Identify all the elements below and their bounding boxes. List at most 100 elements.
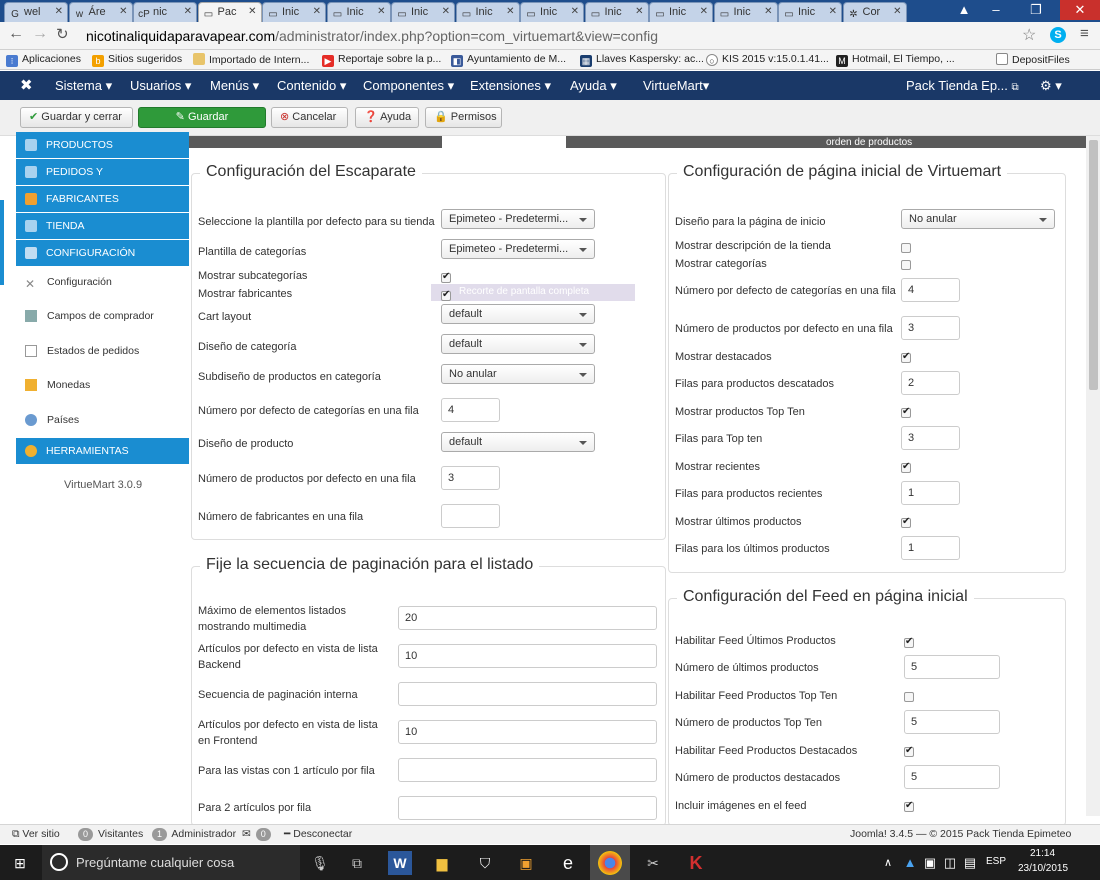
max-list-items-input[interactable]: 20 <box>398 606 657 630</box>
sidebar-head-tienda[interactable]: TIENDA <box>16 213 189 239</box>
feed-images-checkbox[interactable] <box>904 800 914 812</box>
messages-status[interactable]: ✉ 0 <box>242 828 273 841</box>
feed-latest-count-input[interactable]: 5 <box>904 655 1000 679</box>
sidebar-head-pedidos[interactable]: PEDIDOS Y <box>16 159 189 185</box>
minimize-button[interactable]: ‒ <box>980 0 1012 20</box>
cart-layout-select[interactable]: default <box>441 304 595 324</box>
sidebar-head-productos[interactable]: PRODUCTOS <box>16 132 189 158</box>
manufacturers-per-row-input[interactable] <box>441 504 500 528</box>
close-tab-icon[interactable]: ✕ <box>829 6 837 17</box>
show-recent-checkbox[interactable] <box>901 461 911 473</box>
task-view-icon[interactable]: ⧉ <box>345 851 369 875</box>
browser-tab[interactable]: ▭ Inic ✕ <box>649 2 713 22</box>
bookmark-reportaje[interactable]: ▶ Reportaje sobre la p... <box>322 53 441 67</box>
store-icon[interactable]: ⛉ <box>473 851 497 875</box>
feed-topten-count-input[interactable]: 5 <box>904 710 1000 734</box>
product-layout-select[interactable]: default <box>441 432 595 452</box>
forward-icon[interactable]: → <box>32 25 48 43</box>
scrollbar-thumb[interactable] <box>1089 140 1098 390</box>
browser-tab[interactable]: ▭ Inic ✕ <box>584 2 649 22</box>
close-tab-icon[interactable]: ✕ <box>635 6 643 17</box>
sidebar-item-paises[interactable]: Países <box>16 406 189 434</box>
homepage-layout-select[interactable]: No anular <box>901 209 1055 229</box>
two-per-row-input[interactable] <box>398 796 657 820</box>
skype-icon[interactable]: S <box>1050 27 1066 43</box>
menu-contenido[interactable]: Contenido ▾ <box>277 78 346 94</box>
backend-list-items-input[interactable]: 10 <box>398 644 657 668</box>
bookmark-apps[interactable]: ⁝ Aplicaciones <box>6 53 81 67</box>
active-tab[interactable] <box>442 136 566 148</box>
template-select[interactable]: Epimeteo - Predetermi... <box>441 209 595 229</box>
close-tab-icon[interactable]: ✕ <box>442 6 450 17</box>
pagination-sequence-input[interactable] <box>398 682 657 706</box>
close-tab-icon[interactable]: ✕ <box>119 6 127 17</box>
close-tab-icon[interactable]: ✕ <box>55 6 63 17</box>
sidebar-item-campos[interactable]: Campos de comprador <box>16 302 189 330</box>
menu-icon[interactable]: ≡ <box>1080 25 1089 42</box>
bookmark-imported[interactable]: Importado de Intern... <box>193 53 309 66</box>
menu-usuarios[interactable]: Usuarios ▾ <box>130 78 191 94</box>
browser-tab[interactable]: ▭ Inic ✕ <box>326 2 391 22</box>
home-products-per-row-input[interactable]: 3 <box>901 316 960 340</box>
media-player-icon[interactable]: ▣ <box>514 851 538 875</box>
bookmark-hotmail[interactable]: M Hotmail, El Tiempo, ... <box>836 53 955 67</box>
close-tab-icon[interactable]: ✕ <box>184 6 192 17</box>
show-manufacturers-checkbox[interactable] <box>441 289 451 301</box>
close-tab-icon[interactable]: ✕ <box>893 6 901 17</box>
menu-ayuda[interactable]: Ayuda ▾ <box>570 78 617 94</box>
product-sublayout-select[interactable]: No anular <box>441 364 595 384</box>
bookmark-kaspersky[interactable]: ▦ Llaves Kaspersky: ac... <box>580 53 704 67</box>
browser-tab[interactable]: Gwel ✕ <box>4 2 68 22</box>
url-field[interactable]: nicotinaliquidaparavapear.com/administra… <box>82 26 1072 47</box>
help-button[interactable]: ❓ Ayuda <box>355 107 419 128</box>
browser-tab[interactable]: ▭ Pac ✕ <box>197 2 262 22</box>
featured-rows-input[interactable]: 2 <box>901 371 960 395</box>
one-per-row-input[interactable] <box>398 758 657 782</box>
cortana-search[interactable]: Pregúntame cualquier cosa <box>42 845 300 880</box>
show-latest-checkbox[interactable] <box>901 516 911 528</box>
close-window-button[interactable]: ✕ <box>1060 0 1100 20</box>
kaspersky-icon[interactable]: K <box>684 851 708 875</box>
category-template-select[interactable]: Epimeteo - Predetermi... <box>441 239 595 259</box>
menu-extensiones[interactable]: Extensiones ▾ <box>470 78 551 94</box>
feed-latest-checkbox[interactable] <box>904 636 914 648</box>
sidebar-item-monedas[interactable]: Monedas <box>16 371 189 399</box>
show-categories-checkbox[interactable] <box>901 260 911 270</box>
products-per-row-input[interactable]: 3 <box>441 466 500 490</box>
browser-tab[interactable]: w Áre ✕ <box>68 2 133 22</box>
logout-link[interactable]: ━ Desconectar <box>284 828 352 840</box>
sidebar-head-herramientas[interactable]: HERRAMIENTAS <box>16 438 189 464</box>
joomla-logo-icon[interactable]: ✖ <box>20 76 33 94</box>
frontend-list-items-input[interactable]: 10 <box>398 720 657 744</box>
browser-tab[interactable]: ▭ Inic ✕ <box>778 2 842 22</box>
recent-rows-input[interactable]: 1 <box>901 481 960 505</box>
sidebar-item-configuracion[interactable]: ✕ Configuración <box>16 268 189 296</box>
tray-chevron-icon[interactable]: ∧ <box>876 851 900 875</box>
sidebar-head-fabricantes[interactable]: FABRICANTES <box>16 186 189 212</box>
menu-menus[interactable]: Menús ▾ <box>210 78 259 94</box>
close-tab-icon[interactable]: ✕ <box>506 6 514 17</box>
browser-tab[interactable]: ▭ Inic ✕ <box>520 2 584 22</box>
bookmark-star-icon[interactable]: ☆ <box>1022 25 1036 45</box>
browser-tab[interactable]: ✲ Cor ✕ <box>842 2 907 22</box>
feed-topten-checkbox[interactable] <box>904 692 914 702</box>
permissions-button[interactable]: 🔒 Permisos <box>425 107 502 128</box>
browser-tab[interactable]: ▭ Inic ✕ <box>455 2 520 22</box>
snipping-tool-icon[interactable]: ✂ <box>641 851 665 875</box>
bookmark-kis[interactable]: ○ KIS 2015 v:15.0.1.41... <box>706 53 829 66</box>
back-icon[interactable]: ← <box>8 25 24 43</box>
chrome-icon[interactable] <box>598 851 622 875</box>
topten-rows-input[interactable]: 3 <box>901 426 960 450</box>
menu-sistema[interactable]: Sistema ▾ <box>55 78 112 94</box>
bookmark-depositfiles[interactable]: DepositFiles <box>996 53 1070 66</box>
sidebar-item-estados[interactable]: Estados de pedidos <box>16 337 189 365</box>
close-tab-icon[interactable]: ✕ <box>764 6 772 17</box>
keyboard-icon[interactable]: ▤ <box>958 851 982 875</box>
settings-gear-icon[interactable]: ⚙ ▾ <box>1040 78 1062 94</box>
maximize-button[interactable]: ❐ <box>1020 0 1052 20</box>
close-tab-icon[interactable]: ✕ <box>248 6 256 17</box>
show-topten-checkbox[interactable] <box>901 406 911 418</box>
close-tab-icon[interactable]: ✕ <box>313 6 321 17</box>
menu-componentes[interactable]: Componentes ▾ <box>363 78 454 94</box>
profile-icon[interactable]: ▲ <box>948 0 980 20</box>
